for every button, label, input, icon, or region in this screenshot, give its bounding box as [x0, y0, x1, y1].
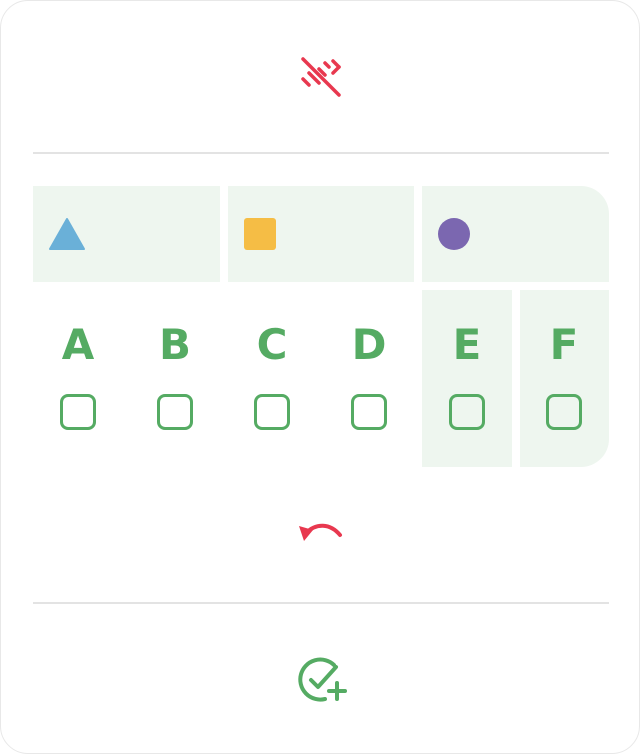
undo-button[interactable] [291, 506, 351, 566]
checkbox-f[interactable] [546, 394, 582, 430]
game-card: A B C D E F [0, 0, 640, 754]
triangle-icon [49, 218, 85, 250]
shape-cell-triangle[interactable] [33, 186, 220, 282]
top-divider [33, 152, 609, 154]
column-label-b: B [158, 320, 191, 369]
erase-marks-icon [301, 57, 341, 97]
circle-icon [438, 218, 470, 250]
column-label-f: F [549, 320, 579, 369]
check-add-icon [298, 657, 347, 702]
column-label-e: E [452, 320, 482, 369]
checkbox-a[interactable] [60, 394, 96, 430]
checkbox-e[interactable] [449, 394, 485, 430]
checkbox-d[interactable] [351, 394, 387, 430]
column-label-d: D [351, 320, 387, 369]
column-highlight-e [422, 290, 512, 467]
undo-icon [299, 523, 342, 541]
confirm-button[interactable] [292, 649, 352, 709]
checkbox-b[interactable] [157, 394, 193, 430]
shape-cell-square[interactable] [228, 186, 414, 282]
column-label-c: C [256, 320, 288, 369]
checkbox-c[interactable] [254, 394, 290, 430]
shape-cell-circle[interactable] [422, 186, 609, 282]
square-icon [244, 218, 276, 250]
column-highlight-f [520, 290, 609, 467]
column-label-a: A [61, 320, 95, 369]
clear-marks-button[interactable] [291, 45, 351, 105]
bottom-divider [33, 602, 609, 604]
